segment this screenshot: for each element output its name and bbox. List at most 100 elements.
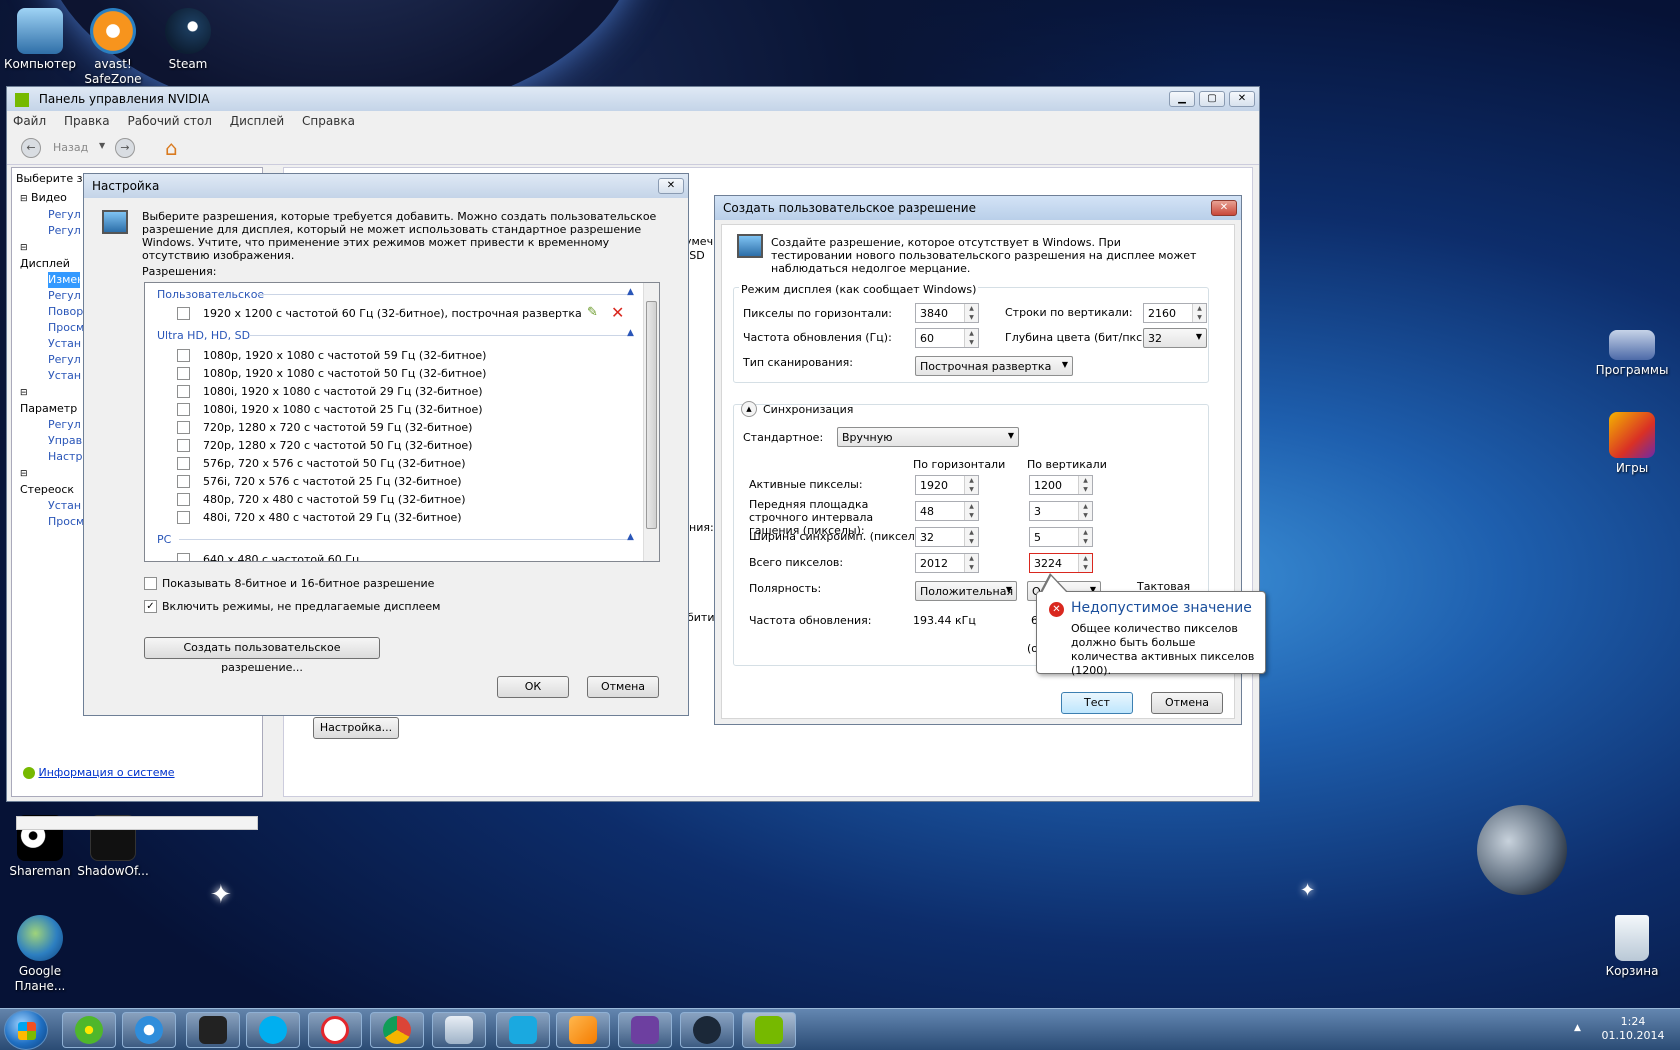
- checkbox-resolution[interactable]: [177, 367, 190, 380]
- tray-arrow-icon[interactable]: ▲: [1574, 1023, 1581, 1033]
- sync-v-input[interactable]: 5 ▲ ▼: [1029, 527, 1093, 547]
- menu-help[interactable]: Справка: [302, 114, 355, 128]
- tree-item[interactable]: Просм: [20, 514, 84, 530]
- tree-item[interactable]: Регул: [20, 223, 81, 239]
- taskbar-icq[interactable]: [62, 1012, 116, 1048]
- taskbar-ie[interactable]: [122, 1012, 176, 1048]
- front-h-input[interactable]: 48 ▲ ▼: [915, 501, 979, 521]
- taskbar-media[interactable]: [556, 1012, 610, 1048]
- tree-item-params[interactable]: ⊟ Параметр: [20, 384, 80, 417]
- back-arrow-icon[interactable]: ←: [21, 138, 41, 158]
- back-label[interactable]: Назад: [53, 141, 88, 154]
- close-button[interactable]: ✕: [658, 178, 684, 194]
- tree-item-video[interactable]: ⊟ Видео: [20, 190, 80, 207]
- clock[interactable]: 1:24 01.10.2014: [1596, 1015, 1670, 1043]
- checkbox-resolution[interactable]: [177, 475, 190, 488]
- checkbox-enable-modes[interactable]: ✓: [144, 600, 157, 613]
- pencil-icon[interactable]: ✎: [587, 305, 598, 320]
- tree-item[interactable]: Управ: [20, 433, 82, 449]
- taskbar-vs[interactable]: [618, 1012, 672, 1048]
- color-depth-select[interactable]: 32 ▼: [1143, 328, 1207, 348]
- total-v-input[interactable]: 3224 ▲ ▼: [1029, 553, 1093, 573]
- forward-arrow-icon[interactable]: →: [115, 138, 135, 158]
- home-icon[interactable]: ⌂: [165, 136, 178, 160]
- tree-item[interactable]: Устан: [20, 498, 81, 514]
- checkbox-resolution[interactable]: [177, 457, 190, 470]
- desktop-icon-programs[interactable]: Программы: [1592, 330, 1672, 378]
- ok-button[interactable]: ОК: [497, 676, 569, 698]
- tree-item[interactable]: Устан: [20, 368, 81, 384]
- active-h-input[interactable]: 1920 ▲ ▼: [915, 475, 979, 495]
- menu-desktop[interactable]: Рабочий стол: [127, 114, 211, 128]
- test-button[interactable]: Тест: [1061, 692, 1133, 714]
- scan-type-select[interactable]: Построчная развертка ▼: [915, 356, 1073, 376]
- tree-item[interactable]: Регул: [20, 288, 81, 304]
- checkbox-resolution[interactable]: [177, 511, 190, 524]
- tree-item-stereo[interactable]: ⊟ Стереоск: [20, 465, 80, 498]
- tree-horizontal-scrollbar[interactable]: [16, 816, 258, 830]
- refresh-input[interactable]: 60 ▲ ▼: [915, 328, 979, 348]
- taskbar-steam[interactable]: [680, 1012, 734, 1048]
- close-button[interactable]: ✕: [1211, 200, 1237, 216]
- system-info-link[interactable]: Информация о системе: [23, 766, 175, 779]
- taskbar-nvidia[interactable]: [742, 1012, 796, 1048]
- cancel-button[interactable]: Отмена: [587, 676, 659, 698]
- taskbar-itunes[interactable]: [496, 1012, 550, 1048]
- taskbar-calculator[interactable]: [432, 1012, 486, 1048]
- tree-item[interactable]: Регул: [20, 417, 81, 433]
- tree-item[interactable]: Настр: [20, 449, 82, 465]
- list-scrollbar[interactable]: [643, 283, 659, 561]
- menu-file[interactable]: Файл: [13, 114, 46, 128]
- minimize-button[interactable]: ▁: [1169, 91, 1195, 107]
- close-button[interactable]: ✕: [1229, 91, 1255, 107]
- desktop-icon-computer[interactable]: Компьютер: [0, 8, 80, 72]
- chevron-up-icon[interactable]: ▲: [627, 287, 634, 297]
- checkbox-custom-resolution[interactable]: [177, 307, 190, 320]
- tree-item[interactable]: Устан: [20, 336, 81, 352]
- tree-item[interactable]: Регул: [20, 352, 81, 368]
- menu-display[interactable]: Дисплей: [230, 114, 284, 128]
- taskbar-app[interactable]: [186, 1012, 240, 1048]
- checkbox-resolution[interactable]: [177, 385, 190, 398]
- tree-item[interactable]: Повор: [20, 304, 83, 320]
- maximize-button[interactable]: ▢: [1199, 91, 1225, 107]
- menu-edit[interactable]: Правка: [64, 114, 110, 128]
- taskbar-skype[interactable]: [246, 1012, 300, 1048]
- checkbox-resolution[interactable]: [177, 493, 190, 506]
- collapse-icon[interactable]: ▲: [741, 401, 757, 417]
- desktop-icon-google-earth[interactable]: Google Плане...: [0, 915, 80, 994]
- cancel-button[interactable]: Отмена: [1151, 692, 1223, 714]
- h-pixels-input[interactable]: 3840 ▲ ▼: [915, 303, 979, 323]
- checkbox-resolution[interactable]: [177, 439, 190, 452]
- checkbox-resolution[interactable]: [177, 553, 190, 561]
- desktop-icon-games[interactable]: Игры: [1592, 412, 1672, 476]
- checkbox-resolution[interactable]: [177, 421, 190, 434]
- start-button[interactable]: [4, 1010, 48, 1050]
- active-v-input[interactable]: 1200 ▲ ▼: [1029, 475, 1093, 495]
- tree-item[interactable]: Просм: [20, 320, 84, 336]
- front-v-input[interactable]: 3 ▲ ▼: [1029, 501, 1093, 521]
- desktop-icon-recycle-bin[interactable]: Корзина: [1592, 915, 1672, 979]
- tree-item-selected[interactable]: Измен: [48, 272, 84, 288]
- chevron-up-icon[interactable]: ▲: [627, 532, 634, 542]
- taskbar-chrome[interactable]: [370, 1012, 424, 1048]
- settings-button[interactable]: Настройка...: [313, 717, 399, 739]
- desktop-icon-steam[interactable]: Steam: [148, 8, 228, 72]
- polarity-h-select[interactable]: Положительная ▼: [915, 581, 1017, 601]
- desktop-icon-label: Программы: [1595, 363, 1669, 377]
- v-lines-input[interactable]: 2160 ▲ ▼: [1143, 303, 1207, 323]
- checkbox-resolution[interactable]: [177, 349, 190, 362]
- standard-select[interactable]: Вручную ▼: [837, 427, 1019, 447]
- sync-h-input[interactable]: 32 ▲ ▼: [915, 527, 979, 547]
- checkbox-resolution[interactable]: [177, 403, 190, 416]
- checkbox-show-8-16-bit[interactable]: [144, 577, 157, 590]
- chevron-down-icon[interactable]: ▼: [99, 141, 105, 150]
- desktop-icon-avast[interactable]: avast! SafeZone: [73, 8, 153, 87]
- tree-item-display[interactable]: ⊟ Дисплей: [20, 239, 80, 272]
- tree-item[interactable]: Регул: [20, 207, 81, 223]
- create-custom-resolution-button[interactable]: Создать пользовательское разрешение...: [144, 637, 380, 674]
- total-h-input[interactable]: 2012 ▲ ▼: [915, 553, 979, 573]
- chevron-up-icon[interactable]: ▲: [627, 328, 634, 338]
- taskbar-yandex[interactable]: [308, 1012, 362, 1048]
- delete-icon[interactable]: ✕: [611, 303, 624, 322]
